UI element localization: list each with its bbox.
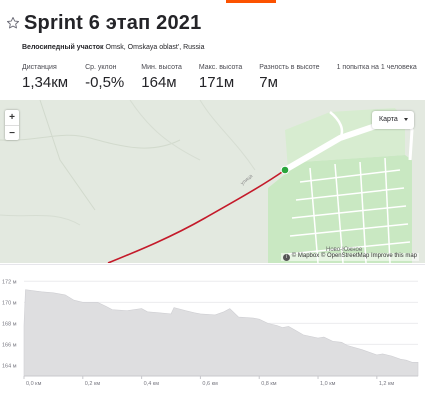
stat-value: -0,5%	[85, 74, 125, 91]
segment-type-label: Велосипедный участок	[22, 44, 104, 51]
y-tick-label: 166 м	[2, 342, 17, 348]
stat-label: Мин. высота	[141, 64, 182, 71]
segment-subtitle: Велосипедный участок Omsk, Omskaya oblas…	[22, 44, 205, 51]
x-tick-label: 0,2 км	[85, 381, 101, 387]
map-layer-select[interactable]: Карта	[372, 111, 414, 129]
stat-avg-grade: Ср. уклон -0,5%	[85, 64, 124, 91]
active-tab-indicator	[226, 0, 276, 3]
section-divider	[0, 264, 425, 265]
x-tick-label: 1,0 км	[320, 381, 336, 387]
x-tick-label: 0,0 км	[26, 381, 42, 387]
star-icon[interactable]	[6, 16, 20, 30]
stat-value: 7м	[259, 74, 278, 91]
map-attribution[interactable]: i © Mapbox © OpenStreetMap Improve this m…	[280, 253, 419, 261]
page-title: Sprint 6 этап 2021	[24, 11, 202, 34]
y-tick-label: 164 м	[2, 363, 17, 369]
stat-label: Ср. уклон	[85, 64, 117, 71]
chevron-down-icon	[404, 118, 408, 121]
stat-label: Макс. высота	[198, 64, 243, 71]
info-icon[interactable]: i	[282, 254, 290, 261]
y-tick-label: 172 м	[2, 279, 17, 285]
attempts-label: 1 попытка на 1 человека	[336, 64, 417, 71]
map-attribution-text: © Mapbox © OpenStreetMap Improve this ma…	[291, 253, 417, 259]
segment-location: Omsk, Omskaya oblast', Russia	[105, 44, 205, 51]
segment-header: Sprint 6 этап 2021	[6, 9, 201, 37]
stat-min-elevation: Мин. высота 164м	[141, 64, 182, 91]
stat-value: 1,34км	[22, 74, 69, 91]
x-tick-label: 0,4 км	[144, 381, 160, 387]
stat-elevation-difference: Разность в высоте 7м	[259, 64, 319, 91]
elevation-chart[interactable]: 164 м 166 м 168 м 170 м 172 м 0,0 км 0,2 км 0,4…	[0, 266, 425, 400]
map-layer-label: Карта	[379, 116, 398, 123]
stat-max-elevation: Макс. высота 171м	[199, 64, 242, 91]
x-tick-label: 0,6 км	[202, 381, 218, 387]
stat-label: Дистанция	[22, 64, 57, 71]
map-canvas[interactable]	[0, 100, 425, 263]
stat-distance: Дистанция 1,34км	[22, 64, 68, 91]
stat-value: 164м	[141, 74, 177, 91]
y-tick-label: 168 м	[2, 321, 17, 327]
stat-value: 171м	[198, 74, 235, 91]
x-tick-label: 0,8 км	[261, 381, 277, 387]
map-zoom-control: + −	[5, 110, 19, 140]
segment-map[interactable]: улица Ново-Южное + − Карта i © Mapbox © O…	[0, 100, 425, 263]
y-tick-label: 170 м	[2, 300, 17, 306]
zoom-out-button[interactable]: −	[5, 125, 19, 140]
stat-attempts: 1 попытка на 1 человека	[337, 64, 417, 91]
segment-stats: Дистанция 1,34км Ср. уклон -0,5% Мин. вы…	[22, 64, 425, 91]
stat-label: Разность в высоте	[259, 64, 320, 71]
x-tick-label: 1,2 км	[379, 381, 395, 387]
zoom-in-button[interactable]: +	[5, 110, 19, 125]
elevation-profile[interactable]: 164 м 166 м 168 м 170 м 172 м 0,0 км 0,2 км 0,4…	[0, 266, 425, 400]
